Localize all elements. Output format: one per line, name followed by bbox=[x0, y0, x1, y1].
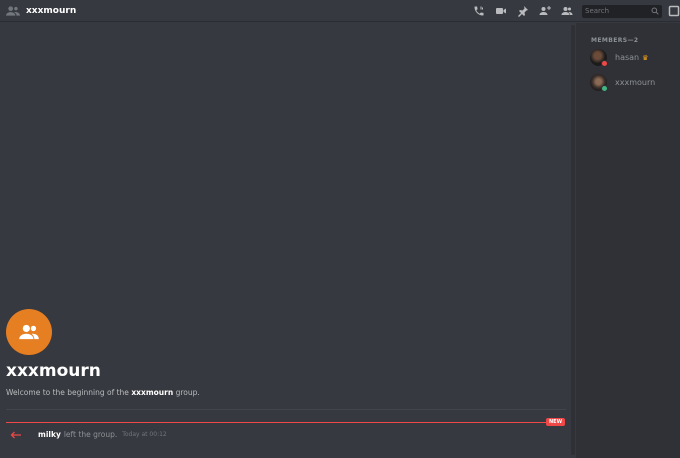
leave-arrow-icon bbox=[10, 431, 24, 439]
owner-crown-icon: ♛ bbox=[642, 53, 649, 62]
header-toolbar bbox=[468, 0, 680, 22]
member-list: MEMBERS—2 hasan ♛ xxxmourn bbox=[580, 23, 680, 458]
dnd-status-icon bbox=[601, 60, 608, 67]
inbox-icon[interactable] bbox=[666, 0, 680, 22]
system-message-user[interactable]: milky bbox=[38, 430, 61, 439]
avatar bbox=[590, 74, 608, 92]
search-input[interactable] bbox=[585, 7, 651, 15]
new-messages-divider bbox=[6, 422, 550, 423]
header-left: xxxmourn bbox=[0, 0, 76, 21]
add-member-icon[interactable] bbox=[534, 0, 556, 22]
search-icon bbox=[651, 7, 659, 15]
intro-sub-prefix: Welcome to the beginning of the bbox=[6, 388, 129, 397]
message-divider bbox=[6, 409, 566, 410]
system-message-timestamp: Today at 00:12 bbox=[122, 431, 167, 438]
new-badge: NEW bbox=[546, 418, 566, 426]
member-name: hasan bbox=[615, 53, 640, 62]
channel-header: xxxmourn bbox=[0, 0, 680, 22]
members-icon[interactable] bbox=[556, 0, 578, 22]
scrollbar-track[interactable] bbox=[571, 25, 575, 455]
pin-icon[interactable] bbox=[512, 0, 534, 22]
online-status-icon bbox=[601, 85, 608, 92]
video-icon[interactable] bbox=[490, 0, 512, 22]
member-item[interactable]: hasan ♛ bbox=[590, 49, 649, 67]
group-avatar bbox=[6, 309, 52, 355]
call-icon[interactable] bbox=[468, 0, 490, 22]
member-item[interactable]: xxxmourn bbox=[590, 74, 656, 92]
intro-title: xxxmourn bbox=[6, 361, 101, 381]
intro-sub-suffix: group. bbox=[175, 388, 200, 397]
group-dm-icon bbox=[6, 5, 20, 17]
avatar bbox=[590, 49, 608, 67]
intro-sub-group-name: xxxmourn bbox=[131, 388, 174, 397]
system-message: milky left the group. Today at 00:12 bbox=[10, 430, 570, 439]
intro-subtitle: Welcome to the beginning of the xxxmourn… bbox=[6, 388, 200, 397]
channel-title: xxxmourn bbox=[26, 5, 77, 16]
member-name: xxxmourn bbox=[615, 78, 656, 87]
group-dm-icon bbox=[19, 324, 39, 340]
system-message-action: left the group. bbox=[63, 430, 118, 439]
members-header: MEMBERS—2 bbox=[591, 37, 639, 44]
search-box[interactable] bbox=[582, 4, 662, 18]
